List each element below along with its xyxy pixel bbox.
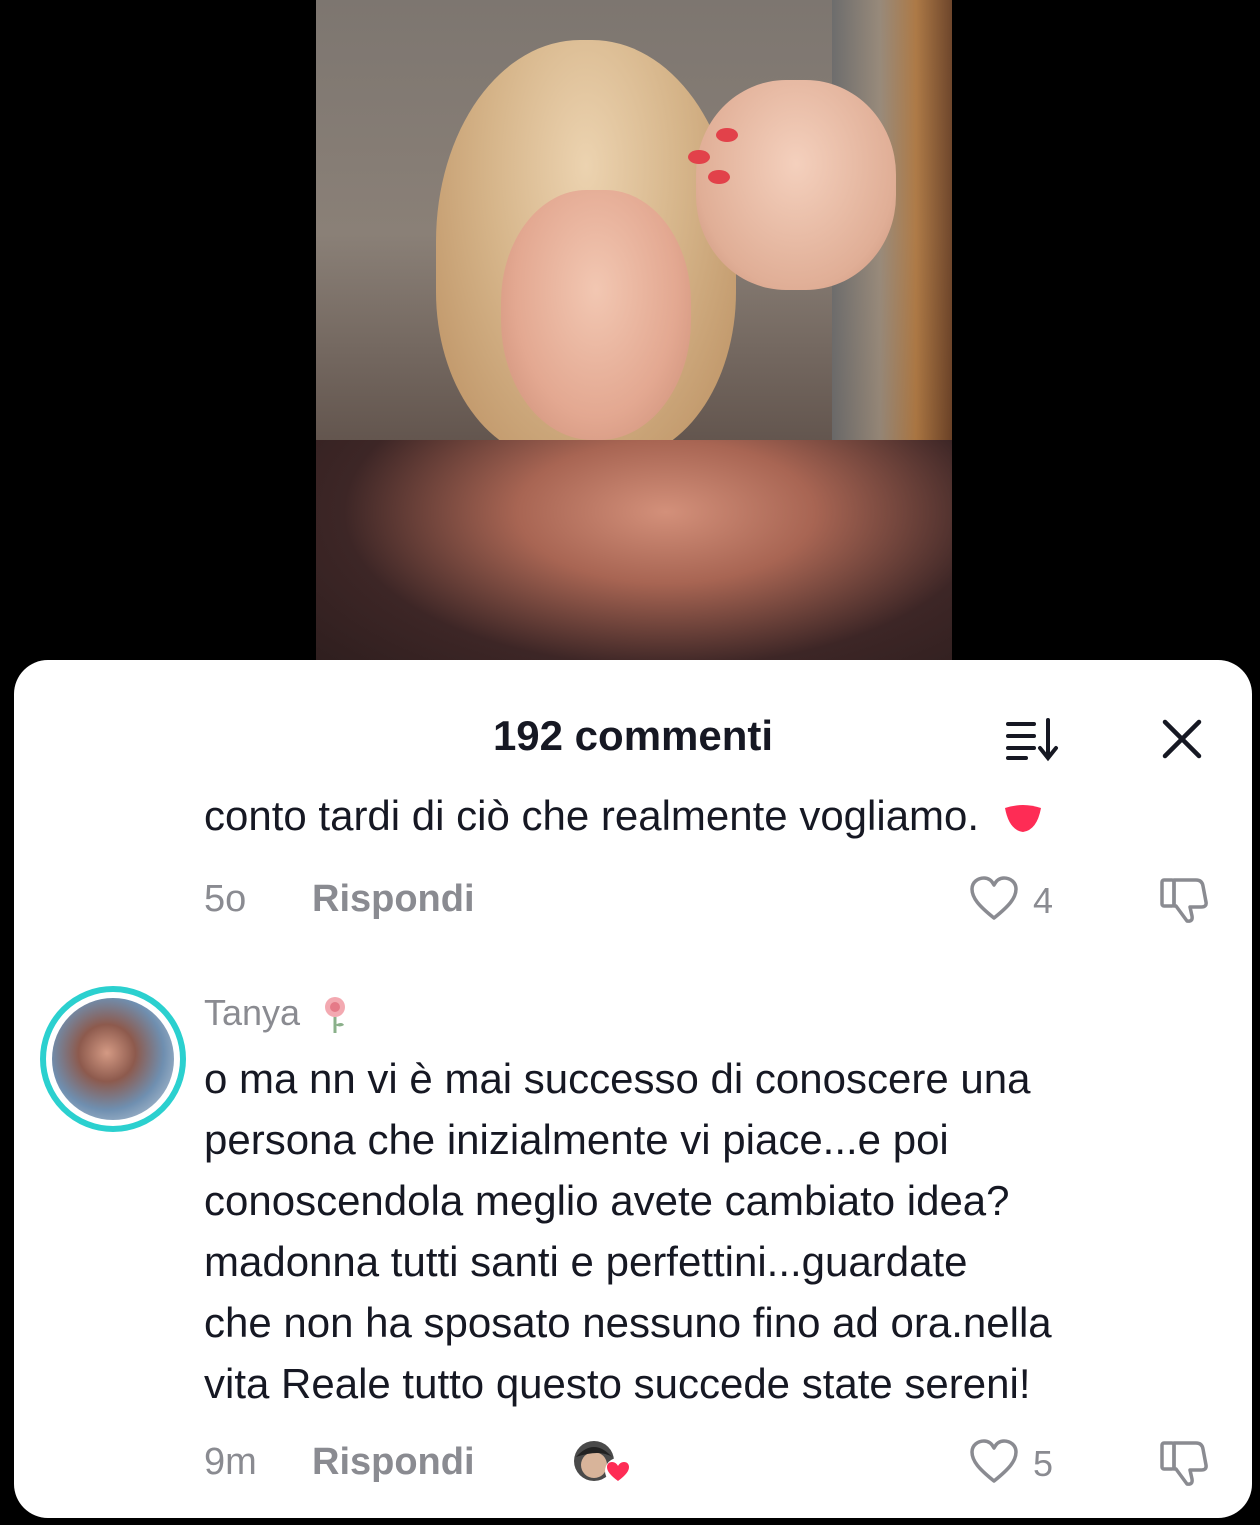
reply-button[interactable]: Rispondi <box>312 878 475 921</box>
comment-line: madonna tutti santi e perfettini...guard… <box>204 1238 968 1285</box>
like-count: 4 <box>1033 880 1054 921</box>
video-nail <box>688 150 710 164</box>
avatar-photo <box>52 998 174 1120</box>
heart-emoji-icon <box>1004 804 1041 832</box>
comment-username[interactable]: Tanya <box>204 992 350 1035</box>
username-text: Tanya <box>204 992 301 1033</box>
comment-time: 9m <box>204 1441 257 1483</box>
previous-comment-text: conto tardi di ciò che realmente vogliam… <box>204 792 1043 840</box>
dislike-icon[interactable] <box>1156 1437 1212 1487</box>
heart-outline-icon <box>970 1439 1018 1483</box>
user-avatar[interactable] <box>40 986 186 1132</box>
comments-sheet: 192 commenti conto tardi di ciò che real… <box>14 660 1252 1518</box>
comment-line: conoscendola meglio avete cambiato idea? <box>204 1177 1010 1224</box>
video-preview[interactable] <box>316 0 952 668</box>
comment-line: o ma nn vi è mai successo di conoscere u… <box>204 1055 1031 1102</box>
like-count: 5 <box>1033 1443 1054 1484</box>
comment-time: 5o <box>204 878 247 920</box>
creator-liked-icon <box>574 1441 631 1484</box>
sort-icon[interactable] <box>1004 716 1064 762</box>
comment-line: persona che inizialmente vi piace...e po… <box>204 1116 949 1163</box>
reply-button[interactable]: Rispondi <box>312 1441 475 1484</box>
video-face <box>501 190 691 440</box>
comment-body: o ma nn vi è mai successo di conoscere u… <box>204 1048 1234 1414</box>
previous-comment-meta: 5o Rispondi 4 <box>204 874 1214 924</box>
video-body <box>316 440 952 668</box>
comment-line: che non ha sposato nessuno fino ad ora.n… <box>204 1299 1052 1346</box>
previous-comment-line: conto tardi di ciò che realmente vogliam… <box>204 792 980 839</box>
rose-icon <box>325 997 346 1034</box>
video-nail <box>708 170 730 184</box>
video-nail <box>716 128 738 142</box>
comment-meta: 9m Rispondi 5 <box>204 1437 1214 1487</box>
video-hand <box>696 80 896 290</box>
comment-line: vita Reale tutto questo succede state se… <box>204 1360 1031 1407</box>
sheet-header: 192 commenti <box>14 700 1252 770</box>
comments-count-title: 192 commenti <box>492 712 774 759</box>
dislike-icon[interactable] <box>1156 874 1212 924</box>
close-icon[interactable] <box>1159 716 1205 762</box>
heart-outline-icon <box>970 876 1018 920</box>
